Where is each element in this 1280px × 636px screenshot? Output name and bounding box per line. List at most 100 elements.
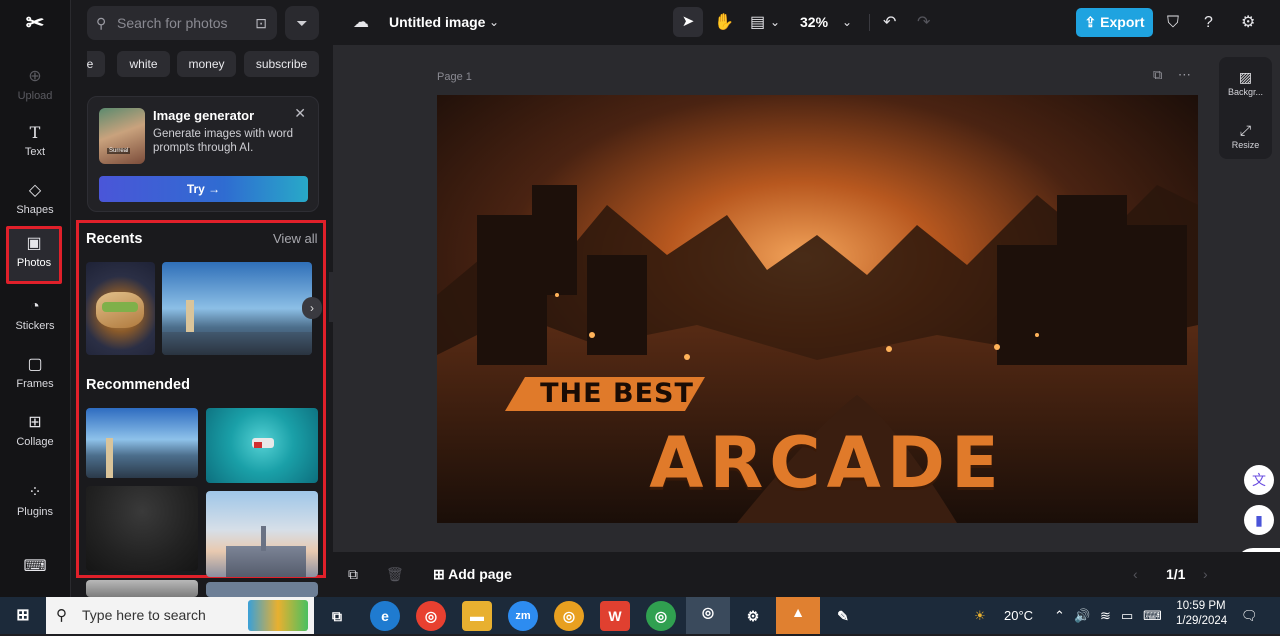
zoom-level[interactable]: 32% <box>800 0 828 45</box>
chevron-down-icon[interactable]: ⌄ <box>770 0 780 45</box>
duplicate-page-icon[interactable]: ⧉ <box>1153 67 1162 82</box>
rail-text[interactable]: T Text <box>0 118 70 170</box>
recommended-title: Recommended <box>86 377 190 393</box>
add-page-button[interactable]: ⊞ Add page <box>433 552 512 597</box>
generator-description: Generate images with word prompts throug… <box>153 128 293 154</box>
volume-icon[interactable]: 🔊 <box>1074 597 1090 634</box>
generator-thumbnail: Surreal <box>99 108 145 164</box>
pointer-icon: ➤ <box>681 13 695 30</box>
rail-stickers[interactable]: ◔ Stickers <box>0 292 70 344</box>
clock[interactable]: 10:59 PM 1/29/2024 <box>1176 599 1227 636</box>
windows-taskbar: ⊞ ⚲ Type here to search ⧉ e ◎ ▬ zm ◎ W ◎… <box>0 597 1280 634</box>
photos-panel: ⚲ Search for photos ⊡ ⏷ e white money su… <box>71 0 333 597</box>
duplicate-icon[interactable]: ⧉ <box>348 552 358 597</box>
photo-app-icon[interactable]: ▲ <box>776 597 820 634</box>
recommended-photo-partial[interactable] <box>86 580 198 597</box>
taskbar-search-input[interactable]: ⚲ Type here to search <box>46 597 314 634</box>
filter-button[interactable]: ⏷ <box>285 6 319 40</box>
prev-page-icon[interactable]: ‹ <box>1133 552 1138 597</box>
recommended-photo-skyline[interactable] <box>206 491 318 577</box>
chevron-down-icon[interactable]: ⌄ <box>489 0 499 45</box>
rail-shapes[interactable]: ◇ Shapes <box>0 176 70 228</box>
trash-icon[interactable]: 🗑 <box>386 552 404 597</box>
recent-photo-food[interactable] <box>86 262 155 355</box>
headline-big[interactable]: ARCADE GAMES <box>507 413 1147 523</box>
rail-frames[interactable]: ▢ Frames <box>0 350 70 402</box>
carousel-next-button[interactable]: › <box>302 297 322 319</box>
recommended-photo-city[interactable] <box>86 408 198 478</box>
chevron-right-icon: › <box>310 301 314 315</box>
translate-icon: 文 <box>1252 472 1266 488</box>
book-plugin-button[interactable]: ▮ <box>1244 505 1274 535</box>
chrome-icon[interactable]: ◎ <box>416 601 446 631</box>
image-search-icon[interactable]: ⊡ <box>255 6 267 40</box>
battery-icon[interactable]: ▭ <box>1121 597 1133 634</box>
text-icon: T <box>29 123 41 142</box>
export-button[interactable]: ⇪ Export <box>1076 8 1153 37</box>
gear-icon[interactable]: ⚙ <box>1241 0 1255 45</box>
recent-photo-city[interactable] <box>162 262 312 355</box>
headline-small[interactable]: THE BEST <box>537 377 697 411</box>
tag-chip[interactable]: money <box>177 51 236 77</box>
background-icon: ▨ <box>1238 69 1253 85</box>
rail-photos[interactable]: ▣ Photos <box>6 226 62 284</box>
view-all-link[interactable]: View all <box>273 231 318 246</box>
top-bar: ☁ Untitled image ⌄ ➤ ✋ ▤ ⌄ 32% ⌄ ↶ ↷ ⇪ E… <box>333 0 1280 45</box>
chevron-up-icon[interactable]: ⌃ <box>1054 597 1065 634</box>
rail-plugins[interactable]: ⁘ Plugins <box>0 478 70 530</box>
windows-start-icon[interactable]: ⊞ <box>8 601 38 631</box>
tag-chip[interactable]: subscribe <box>244 51 319 77</box>
artboard[interactable]: THE BEST ARCADE GAMES <box>437 95 1198 523</box>
recommended-photo-partial[interactable] <box>206 582 318 597</box>
search-icon: ⚲ <box>96 15 107 31</box>
weather-icon[interactable]: ☀ <box>974 597 986 634</box>
close-icon[interactable]: ✕ <box>294 105 306 122</box>
recommended-photo-boat[interactable] <box>206 408 318 483</box>
tag-chip[interactable]: e <box>87 51 105 77</box>
edge-icon[interactable]: e <box>370 601 400 631</box>
capcut-logo-icon[interactable]: ✂ <box>20 10 50 36</box>
recommended-photo-texture[interactable] <box>86 486 198 571</box>
more-icon[interactable]: ⋯ <box>1178 67 1191 82</box>
collage-icon: ⊞ <box>28 414 42 431</box>
try-generator-button[interactable]: Try → <box>99 176 308 202</box>
translate-plugin-button[interactable]: 文 <box>1244 465 1274 495</box>
settings-gear-icon[interactable]: ⚙ <box>738 601 768 631</box>
paint-icon[interactable]: ✎ <box>828 601 858 631</box>
chrome-icon[interactable]: ◎ <box>646 601 676 631</box>
background-button[interactable]: ▨ Backgr... <box>1219 67 1272 97</box>
temperature[interactable]: 20°C <box>1004 597 1033 634</box>
resize-button[interactable]: ⤢ Resize <box>1219 120 1272 150</box>
hand-tool-icon[interactable]: ✋ <box>714 0 734 45</box>
chrome-icon[interactable]: ◎ <box>554 601 584 631</box>
upload-icon: ⊕ <box>28 68 42 85</box>
undo-icon[interactable]: ↶ <box>883 0 896 45</box>
rail-collage[interactable]: ⊞ Collage <box>0 408 70 460</box>
keyboard-icon[interactable]: ⌨ <box>1143 597 1162 634</box>
chevron-down-icon[interactable]: ⌄ <box>842 0 852 45</box>
divider <box>869 14 870 31</box>
zoom-icon[interactable]: zm <box>508 601 538 631</box>
layout-icon[interactable]: ▤ <box>750 0 765 45</box>
wps-icon[interactable]: W <box>600 601 630 631</box>
cloud-save-icon[interactable]: ☁ <box>353 0 369 45</box>
redo-icon[interactable]: ↷ <box>917 0 930 45</box>
next-page-icon[interactable]: › <box>1203 552 1208 597</box>
select-tool-button[interactable]: ➤ <box>673 7 703 37</box>
search-icon: ⚲ <box>56 607 67 624</box>
help-icon[interactable]: ? <box>1204 0 1213 45</box>
canvas-workspace: Page 1 ⧉ ⋯ THE BEST ARCADE ▨ Backgr... ⤢… <box>333 45 1280 552</box>
tag-chip[interactable]: white <box>117 51 170 77</box>
photo-search-input[interactable]: ⚲ Search for photos ⊡ <box>87 6 277 40</box>
keyboard-shortcuts-button[interactable]: ⌨ <box>0 552 70 578</box>
task-view-icon[interactable]: ⧉ <box>322 601 352 631</box>
shield-icon[interactable]: ⛉ <box>1167 0 1179 45</box>
file-explorer-icon[interactable]: ▬ <box>462 601 492 631</box>
chrome-active-icon[interactable]: ◎ <box>686 597 730 634</box>
generator-title: Image generator <box>153 108 255 123</box>
left-rail: ✂ ⊕ Upload T Text ◇ Shapes ▣ Photos ◔ St… <box>0 0 71 597</box>
notification-icon[interactable]: 🗨 <box>1241 597 1258 634</box>
document-title[interactable]: Untitled image <box>389 0 485 45</box>
rail-upload[interactable]: ⊕ Upload <box>0 62 70 114</box>
wifi-icon[interactable]: ≋ <box>1100 597 1111 634</box>
